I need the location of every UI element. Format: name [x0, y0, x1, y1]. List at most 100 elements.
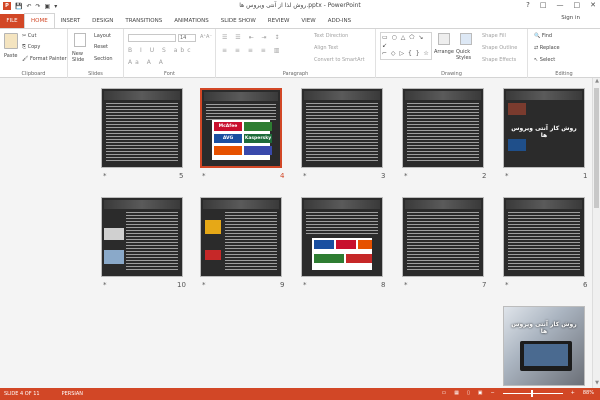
slide-text-lines: [106, 103, 178, 163]
slide-header-band: [204, 92, 278, 101]
language-indicator[interactable]: PERSIAN: [40, 391, 83, 397]
shape-effects-button[interactable]: Shape Effects: [482, 57, 516, 63]
zoom-level[interactable]: 88%: [583, 390, 594, 396]
slide-thumbnail-9[interactable]: [200, 197, 282, 277]
tab-add-ins[interactable]: ADD-INS: [322, 14, 357, 28]
sign-in-link[interactable]: Sign in: [561, 15, 580, 21]
arrange-button[interactable]: Arrange: [434, 49, 454, 55]
status-bar: SLIDE 4 OF 11 PERSIAN ▭ ▦ ▯ ▣ − + 88%: [0, 388, 600, 400]
slide-number: 5: [179, 172, 184, 180]
help-icon[interactable]: ?: [526, 1, 530, 9]
paste-icon[interactable]: [4, 33, 18, 49]
transition-star-icon: *: [404, 172, 408, 180]
slide-header-band: [506, 200, 582, 209]
mcafee-logo: McAfee: [214, 122, 242, 131]
cut-label: Cut: [27, 33, 37, 39]
minimize-icon[interactable]: —: [557, 1, 564, 9]
layout-button[interactable]: Layout: [94, 33, 111, 39]
slide-thumbnail-6[interactable]: [503, 197, 585, 277]
font-grow-icon[interactable]: A⁺A⁻: [200, 34, 212, 40]
slide-text-lines: [206, 104, 276, 120]
zoom-slider[interactable]: [502, 389, 563, 397]
tab-transitions[interactable]: TRANSITIONS: [119, 14, 168, 28]
slide-image: [508, 139, 526, 151]
paste-button[interactable]: Paste: [4, 53, 18, 59]
reset-button[interactable]: Reset: [94, 44, 108, 50]
select-button[interactable]: ↖ Select: [534, 57, 555, 63]
new-slide-button[interactable]: New Slide: [72, 51, 92, 63]
logo-chip: [314, 240, 334, 249]
slide-sorter-view-icon[interactable]: ▦: [454, 390, 459, 396]
close-icon[interactable]: ✕: [590, 1, 596, 9]
tab-slide-show[interactable]: SLIDE SHOW: [215, 14, 262, 28]
slide-text-lines: [306, 103, 378, 163]
editing-group: 🔍 Find ⇄ Replace ↖ Select Editing: [528, 29, 600, 78]
slide-header-band: [104, 200, 180, 209]
slide-thumbnail-10[interactable]: [101, 197, 183, 277]
replace-button[interactable]: ⇄ Replace: [534, 45, 560, 51]
new-slide-icon[interactable]: [74, 33, 86, 47]
tab-view[interactable]: VIEW: [295, 14, 321, 28]
slide-header-band: [203, 200, 279, 209]
slide-thumbnail-7[interactable]: [402, 197, 484, 277]
tab-animations[interactable]: ANIMATIONS: [168, 14, 215, 28]
tab-insert[interactable]: INSERT: [55, 14, 86, 28]
font-color-buttons[interactable]: Aa A A: [128, 59, 166, 66]
maximize-icon[interactable]: □: [574, 1, 581, 9]
scroll-up-icon[interactable]: ▲: [593, 78, 600, 86]
slide-thumbnail-8[interactable]: [301, 197, 383, 277]
slide-number: 7: [482, 281, 487, 289]
text-direction-button[interactable]: Text Direction: [314, 33, 348, 39]
tab-home[interactable]: HOME: [24, 13, 55, 28]
scroll-thumb[interactable]: [594, 88, 599, 208]
align-buttons[interactable]: ≡ ≡ ≡ ≡ ▥: [222, 47, 282, 54]
editing-group-label: Editing: [555, 71, 573, 77]
slide-text-lines: [306, 212, 378, 236]
copy-button[interactable]: ⎘ Copy: [22, 44, 40, 50]
transition-star-icon: *: [303, 172, 307, 180]
ribbon-display-icon[interactable]: □: [540, 1, 547, 9]
vertical-scrollbar[interactable]: ▲ ▼: [592, 78, 600, 388]
slide-thumbnail-1[interactable]: روش کار آنتی ویروس ها: [503, 88, 585, 168]
font-size-input[interactable]: 14: [178, 34, 196, 42]
slide-thumbnail-4-selected[interactable]: McAfee AVG Kaspersky: [200, 88, 282, 168]
slide-thumbnail-3[interactable]: [301, 88, 383, 168]
transition-star-icon: *: [202, 172, 206, 180]
tab-file[interactable]: FILE: [0, 14, 24, 28]
font-group-label: Font: [164, 71, 175, 77]
slide-sorter: روش کار آنتی ویروس ها 1 * 2 * 3 * McAfee…: [0, 78, 600, 388]
slide-thumbnail-2[interactable]: [402, 88, 484, 168]
normal-view-icon[interactable]: ▭: [442, 390, 447, 396]
shape-fill-button[interactable]: Shape Fill: [482, 33, 506, 39]
shape-outline-button[interactable]: Shape Outline: [482, 45, 517, 51]
avg-logo: AVG: [214, 134, 242, 143]
font-name-input[interactable]: [128, 34, 176, 42]
zoom-in-icon[interactable]: +: [571, 390, 575, 396]
slide-thumbnail-5[interactable]: [101, 88, 183, 168]
transition-star-icon: *: [202, 281, 206, 289]
format-painter-button[interactable]: 🖌 Format Painter: [22, 56, 67, 62]
shapes-gallery[interactable]: ▭ ○ △ ⬠ ↘ ↙ ⌐ ◇ ▷ { } ☆: [380, 32, 432, 60]
section-button[interactable]: Section: [94, 56, 113, 62]
arrange-icon[interactable]: [438, 33, 450, 45]
slideshow-view-icon[interactable]: ▣: [478, 390, 483, 396]
slide-thumbnail-11[interactable]: روش کار آنتی ویروس ها: [503, 306, 585, 386]
cut-button[interactable]: ✂ Cut: [22, 33, 36, 39]
scroll-down-icon[interactable]: ▼: [593, 380, 600, 388]
font-format-buttons[interactable]: B I U S abc: [128, 47, 194, 54]
copy-label: Copy: [27, 44, 41, 50]
slide-image: [104, 228, 124, 240]
slide-counter: SLIDE 4 OF 11: [4, 391, 40, 397]
find-button[interactable]: 🔍 Find: [534, 33, 552, 39]
quick-styles-button[interactable]: Quick Styles: [456, 49, 478, 61]
tab-review[interactable]: REVIEW: [262, 14, 296, 28]
convert-smartart-button[interactable]: Convert to SmartArt: [314, 57, 365, 63]
zoom-slider-thumb[interactable]: [530, 389, 533, 397]
align-text-button[interactable]: Align Text: [314, 45, 338, 51]
list-buttons[interactable]: ☰ ☰ ⇤ ⇥ ↕: [222, 34, 282, 41]
quick-styles-icon[interactable]: [460, 33, 472, 45]
title-bar: P 💾 ↶ ↷ ▣ ▾ روش لذا از آنتی ویروس ها.ppt…: [0, 0, 600, 12]
reading-view-icon[interactable]: ▯: [467, 390, 470, 396]
zoom-out-icon[interactable]: −: [490, 390, 494, 396]
tab-design[interactable]: DESIGN: [86, 14, 119, 28]
